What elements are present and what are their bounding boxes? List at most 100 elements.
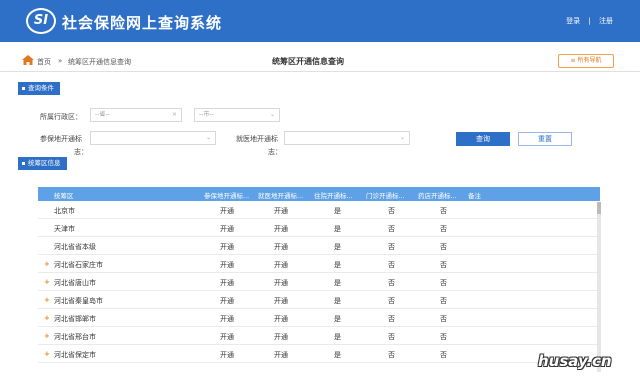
cell-outpatient: 否: [388, 243, 395, 251]
column-header-insured[interactable]: 参保地开通标...: [204, 190, 249, 200]
cell-pharmacy: 否: [440, 297, 447, 305]
cell-outpatient: 否: [388, 279, 395, 287]
table-row[interactable]: + 河北省唐山市 开通 开通 是 否 否: [38, 273, 600, 291]
cell-insured: 开通: [220, 315, 234, 323]
table-scrollbar[interactable]: [597, 202, 601, 372]
cell-insured: 开通: [220, 207, 234, 215]
cell-medical: 开通: [274, 207, 288, 215]
chevron-down-icon: ⌄: [205, 134, 211, 141]
breadcrumb-bar: 首页 » 统筹区开通信息查询 统筹区开通信息查询 ≡ 所有导航: [0, 50, 640, 72]
table-row[interactable]: + 河北省邢台市 开通 开通 是 否 否: [38, 327, 600, 345]
breadcrumb-current: 统筹区开通信息查询: [68, 58, 131, 66]
city-select[interactable]: --市-- ⌄: [194, 108, 280, 122]
cell-region: 河北省保定市: [54, 351, 96, 359]
cell-region: 河北省省本级: [54, 243, 96, 251]
cell-medical: 开通: [274, 351, 288, 359]
scrollbar-thumb[interactable]: [597, 202, 601, 214]
expand-icon[interactable]: +: [44, 350, 50, 358]
column-header-medical[interactable]: 就医地开通标...: [258, 190, 303, 200]
breadcrumb-home[interactable]: 首页: [37, 57, 51, 67]
cell-region: 河北省邯郸市: [54, 315, 96, 323]
reset-button[interactable]: 重置: [518, 132, 572, 146]
column-header-pharmacy[interactable]: 药店开通标...: [418, 190, 457, 200]
cell-inpatient: 是: [334, 261, 341, 269]
search-button[interactable]: 查询: [456, 132, 510, 146]
cell-inpatient: 是: [334, 243, 341, 251]
top-header-bar: SI 社会保险网上查询系统 登录 | 注册: [0, 0, 640, 42]
cell-pharmacy: 否: [440, 279, 447, 287]
medical-flag-label: 就医地开通标: [236, 135, 278, 143]
table-header: 统筹区 参保地开通标... 就医地开通标... 住院开通标... 门诊开通标..…: [38, 187, 600, 201]
table-row[interactable]: + 河北省邯郸市 开通 开通 是 否 否: [38, 309, 600, 327]
cell-pharmacy: 否: [440, 225, 447, 233]
info-section-tag: 统筹区信息: [18, 157, 67, 170]
table-row[interactable]: 天津市 开通 开通 是 否 否: [38, 219, 600, 237]
cell-outpatient: 否: [388, 315, 395, 323]
table-row[interactable]: 北京市 开通 开通 是 否 否: [38, 201, 600, 219]
expand-icon[interactable]: +: [44, 260, 50, 268]
cell-outpatient: 否: [388, 297, 395, 305]
cell-inpatient: 是: [334, 297, 341, 305]
table-row[interactable]: 河北省省本级 开通 开通 是 否 否: [38, 237, 600, 255]
column-header-region[interactable]: 统筹区: [54, 190, 74, 200]
cell-inpatient: 是: [334, 207, 341, 215]
breadcrumb-separator: »: [58, 57, 63, 65]
cell-outpatient: 否: [388, 261, 395, 269]
column-header-remark[interactable]: 备注: [468, 190, 481, 200]
cell-insured: 开通: [220, 351, 234, 359]
cell-medical: 开通: [274, 333, 288, 341]
app-title: 社会保险网上查询系统: [62, 14, 223, 32]
chevron-down-icon: ⌄: [269, 111, 275, 118]
auth-links: 登录 | 注册: [563, 16, 616, 26]
cell-outpatient: 否: [388, 333, 395, 341]
table-row[interactable]: + 河北省石家庄市 开通 开通 是 否 否: [38, 255, 600, 273]
cell-region: 河北省唐山市: [54, 279, 96, 287]
region-table: 统筹区 参保地开通标... 就医地开通标... 住院开通标... 门诊开通标..…: [38, 187, 600, 363]
expand-icon[interactable]: +: [44, 314, 50, 322]
medical-flag-label-suffix: 志：: [268, 148, 282, 156]
cell-pharmacy: 否: [440, 351, 447, 359]
cell-insured: 开通: [220, 279, 234, 287]
query-section-tag: 查询条件: [18, 82, 60, 95]
auth-separator: |: [588, 17, 591, 25]
insured-flag-label-suffix: 志：: [74, 148, 88, 156]
cell-medical: 开通: [274, 279, 288, 287]
cell-pharmacy: 否: [440, 333, 447, 341]
home-icon[interactable]: [22, 55, 34, 65]
cell-pharmacy: 否: [440, 243, 447, 251]
cell-medical: 开通: [274, 243, 288, 251]
column-header-outpatient[interactable]: 门诊开通标...: [366, 190, 405, 200]
insured-flag-select[interactable]: ⌄: [90, 131, 216, 145]
column-header-inpatient[interactable]: 住院开通标...: [314, 190, 353, 200]
cell-inpatient: 是: [334, 279, 341, 287]
table-body: 北京市 开通 开通是否否天津市 开通 开通是否否河北省省本级 开通 开通是否否 + 河北省石家庄…: [38, 201, 600, 363]
cell-region: 河北省石家庄市: [54, 261, 103, 269]
table-row[interactable]: + 河北省保定市 开通 开通 是 否 否: [38, 345, 600, 363]
login-link[interactable]: 登录: [566, 17, 580, 25]
expand-icon[interactable]: +: [44, 332, 50, 340]
cell-insured: 开通: [220, 261, 234, 269]
register-link[interactable]: 注册: [599, 17, 613, 25]
table-row[interactable]: + 河北省秦皇岛市 开通 开通 是 否 否: [38, 291, 600, 309]
region-label: 所属行政区：: [40, 113, 82, 121]
all-navigation-button[interactable]: ≡ 所有导航: [558, 54, 614, 68]
cell-medical: 开通: [274, 297, 288, 305]
cell-pharmacy: 否: [440, 261, 447, 269]
cell-region: 天津市: [54, 225, 75, 233]
expand-icon[interactable]: +: [44, 296, 50, 304]
insured-flag-label: 参保地开通标: [40, 135, 82, 143]
cell-insured: 开通: [220, 225, 234, 233]
cell-pharmacy: 否: [440, 207, 447, 215]
province-select[interactable]: --省-- ×: [90, 108, 182, 122]
cell-medical: 开通: [274, 315, 288, 323]
cell-inpatient: 是: [334, 351, 341, 359]
cell-region: 河北省邢台市: [54, 333, 96, 341]
cell-medical: 开通: [274, 261, 288, 269]
expand-icon[interactable]: +: [44, 278, 50, 286]
social-insurance-logo: SI: [26, 8, 56, 34]
medical-flag-select[interactable]: ⌄: [284, 131, 410, 145]
cell-outpatient: 否: [388, 207, 395, 215]
clear-icon[interactable]: ×: [172, 109, 177, 121]
cell-region: 河北省秦皇岛市: [54, 297, 103, 305]
cell-outpatient: 否: [388, 225, 395, 233]
